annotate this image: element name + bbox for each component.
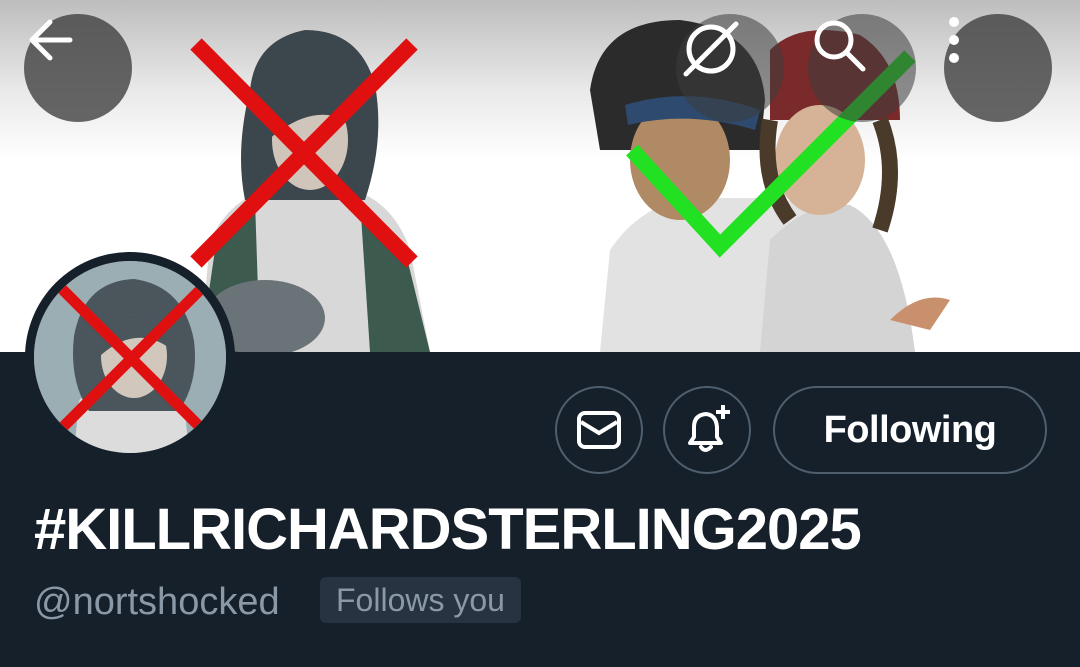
following-button[interactable]: Following xyxy=(773,386,1047,474)
translate-button[interactable] xyxy=(676,14,784,122)
user-handle: @nortshocked xyxy=(34,581,280,623)
bell-plus-icon xyxy=(688,405,730,452)
search-button[interactable] xyxy=(808,14,916,122)
more-options-button[interactable] xyxy=(944,14,1052,122)
notifications-button[interactable] xyxy=(663,386,751,474)
avatar-image xyxy=(34,261,226,453)
envelope-icon xyxy=(577,411,621,449)
message-button[interactable] xyxy=(555,386,643,474)
back-button[interactable] xyxy=(24,14,132,122)
display-name: #KILLRICHARDSTERLING2025 xyxy=(34,497,862,562)
follows-you-badge: Follows you xyxy=(320,577,521,623)
more-vertical-icon xyxy=(949,17,959,63)
search-icon xyxy=(814,20,866,72)
translate-off-icon xyxy=(683,21,739,77)
arrow-left-icon xyxy=(29,19,73,61)
avatar[interactable] xyxy=(25,252,235,462)
